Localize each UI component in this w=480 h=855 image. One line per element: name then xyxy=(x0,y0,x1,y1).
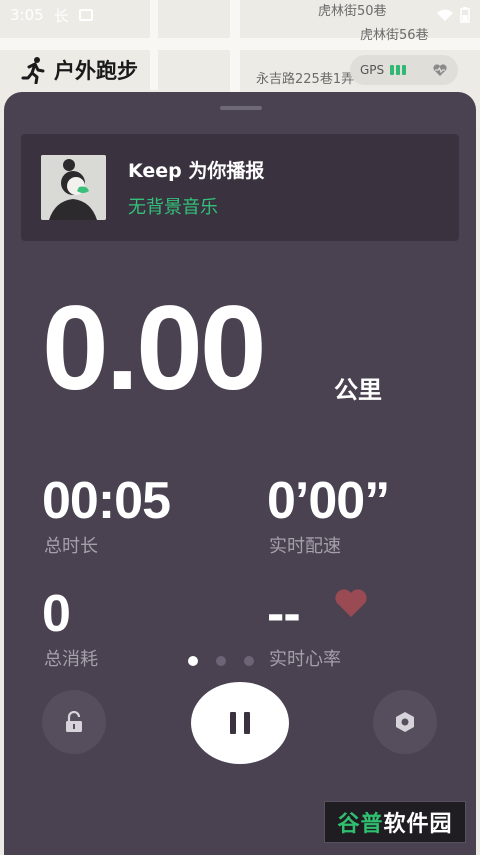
pause-icon xyxy=(230,712,236,734)
gps-status[interactable]: GPS xyxy=(350,55,458,85)
settings-button[interactable] xyxy=(373,690,437,754)
heart-icon xyxy=(335,589,367,617)
pace-value: 0’00” xyxy=(267,472,390,530)
calories-label: 总消耗 xyxy=(44,649,98,670)
heart-rate-label: 实时心率 xyxy=(269,649,341,670)
workout-header: 户外跑步 xyxy=(20,52,138,88)
distance-value: 0.00 xyxy=(42,281,267,415)
status-bar: 3:05 长 xyxy=(0,0,480,30)
workout-panel: Keep 为你播报 无背景音乐 0.00 公里 00:05 总时长 0’00” … xyxy=(4,92,476,855)
calories-value: 0 xyxy=(42,585,71,643)
unlock-icon xyxy=(66,711,82,732)
duration-label: 总时长 xyxy=(44,536,98,557)
gps-label: GPS xyxy=(360,63,385,77)
coach-avatar xyxy=(41,155,106,220)
pace-label: 实时配速 xyxy=(269,536,341,557)
gear-icon xyxy=(396,712,414,732)
map-label: 永吉路225巷1弄 xyxy=(256,72,355,87)
page-dot[interactable] xyxy=(188,656,198,666)
pause-button[interactable] xyxy=(191,682,289,764)
watermark-logo: 谷普 软件园 xyxy=(324,801,466,843)
drag-handle[interactable] xyxy=(220,106,262,110)
heart-rate-device-icon xyxy=(433,64,447,76)
battery-icon xyxy=(460,7,470,23)
lock-screen-button[interactable] xyxy=(42,690,106,754)
page-indicator[interactable] xyxy=(188,656,254,666)
status-time: 3:05 xyxy=(10,6,44,24)
page-dot[interactable] xyxy=(216,656,226,666)
gps-signal-bars xyxy=(390,65,407,75)
voice-coach-card[interactable]: Keep 为你播报 无背景音乐 xyxy=(21,134,459,241)
distance-unit: 公里 xyxy=(334,376,382,404)
notification-icon xyxy=(78,9,93,21)
voice-coach-title: Keep 为你播报 xyxy=(128,160,265,182)
page-title: 户外跑步 xyxy=(54,59,138,83)
page-dot[interactable] xyxy=(244,656,254,666)
running-person-icon xyxy=(21,57,45,84)
sim-icon: 长 xyxy=(53,6,69,25)
voice-coach-text: Keep 为你播报 无背景音乐 xyxy=(128,156,264,219)
background-music-label: 无背景音乐 xyxy=(128,197,218,218)
heart-rate-value: -- xyxy=(267,585,301,643)
wifi-icon xyxy=(437,9,453,21)
duration-value: 00:05 xyxy=(42,472,171,530)
